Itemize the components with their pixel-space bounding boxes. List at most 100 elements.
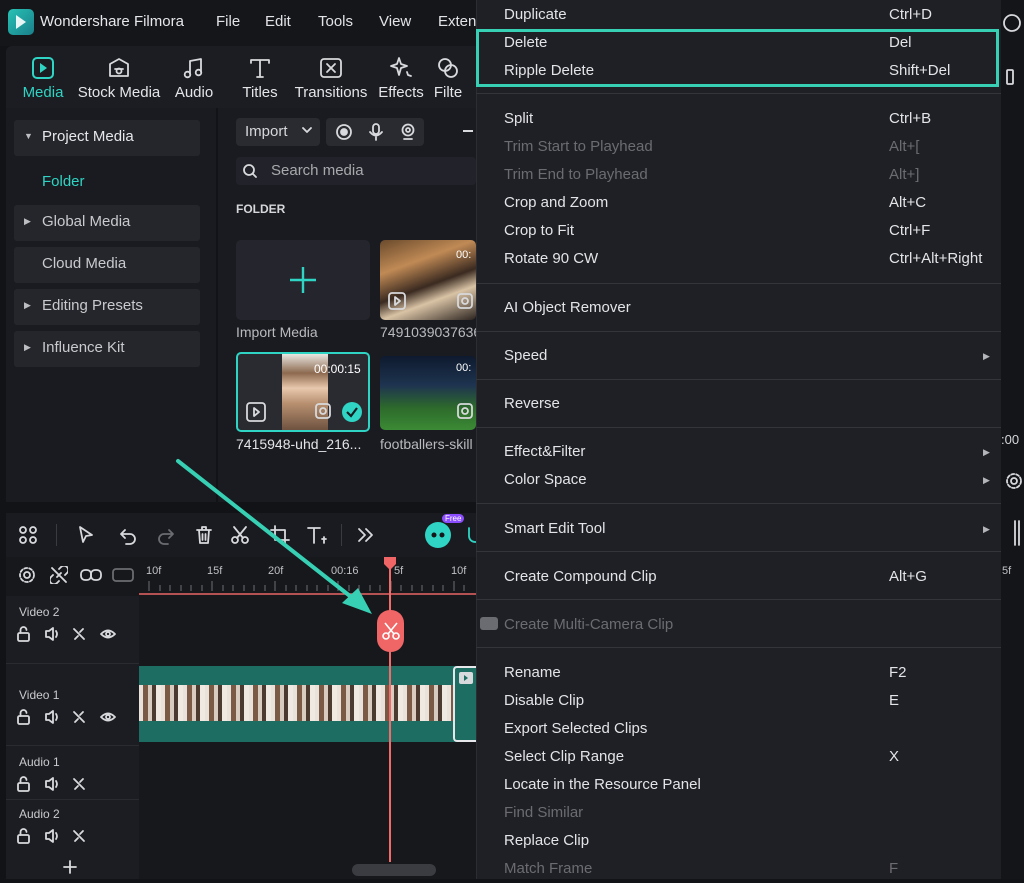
menu-item-ai-object-remover[interactable]: AI Object Remover — [476, 294, 1001, 322]
menu-item-label: Find Similar — [504, 804, 584, 821]
crop-icon[interactable] — [270, 525, 290, 545]
user-avatar-icon[interactable] — [1003, 14, 1021, 32]
redo-icon[interactable] — [156, 525, 176, 545]
track-controls-audio-1 — [17, 776, 97, 792]
tab-media[interactable]: Media — [0, 52, 86, 104]
menu-item-reverse[interactable]: Reverse — [476, 390, 1001, 418]
import-dropdown[interactable]: Import — [236, 118, 320, 146]
sidebar-item-global-media[interactable]: ▶ Global Media — [14, 205, 200, 241]
minus-icon[interactable] — [463, 130, 473, 132]
playhead-handle[interactable] — [383, 557, 397, 571]
menu-item-shortcut: E — [889, 692, 900, 709]
menu-item-smart-edit-tool[interactable]: Smart Edit Tool ▶ — [476, 515, 1001, 543]
import-media-tile[interactable] — [236, 240, 370, 320]
track-control-icons[interactable] — [17, 709, 127, 725]
timeline-ruler[interactable] — [139, 557, 476, 595]
menu-item-label: Trim Start to Playhead — [504, 138, 653, 155]
menu-item-split[interactable]: Split Ctrl+B — [476, 105, 1001, 133]
menu-item-replace-clip[interactable]: Replace Clip — [476, 827, 1001, 855]
sidebar-item-label: Editing Presets — [42, 297, 143, 314]
menu-item-color-space[interactable]: Color Space ▶ — [476, 466, 1001, 494]
caption-icon[interactable] — [112, 566, 134, 584]
sidebar-item-cloud-media[interactable]: Cloud Media — [14, 247, 200, 283]
menu-item-shortcut: F2 — [889, 664, 907, 681]
magnet-icon[interactable] — [465, 525, 476, 545]
undo-icon[interactable] — [118, 525, 138, 545]
media-item-label: 7415948-uhd_216... — [236, 436, 362, 452]
track-name-video-1: Video 1 — [19, 688, 60, 702]
more-chevrons-icon[interactable] — [355, 525, 375, 545]
unlink-icon[interactable] — [50, 566, 68, 584]
delete-trash-icon[interactable] — [194, 525, 214, 545]
menu-item-label: Create Compound Clip — [504, 568, 657, 585]
sidebar-item-folder[interactable]: Folder — [42, 173, 85, 190]
split-scissors-icon[interactable] — [230, 525, 250, 545]
clip-filmstrip — [139, 685, 453, 721]
menu-view[interactable]: View — [379, 13, 411, 30]
menu-item-speed[interactable]: Speed ▶ — [476, 342, 1001, 370]
ruler-label: 10f — [146, 565, 162, 577]
media-thumbnail[interactable]: 00: — [380, 240, 476, 320]
tab-filters[interactable]: Filte — [420, 52, 476, 104]
menu-item-crop-and-zoom[interactable]: Crop and Zoom Alt+C — [476, 189, 1001, 217]
select-arrow-icon[interactable] — [77, 525, 97, 545]
submenu-arrow-icon: ▶ — [983, 351, 990, 361]
ruler-ticks — [139, 581, 476, 595]
menu-file[interactable]: File — [216, 13, 240, 30]
sidebar-item-influence-kit[interactable]: ▶ Influence Kit — [14, 331, 200, 367]
menu-item-shortcut: Alt+G — [889, 568, 927, 585]
menu-item-select-clip-range[interactable]: Select Clip Range X — [476, 743, 1001, 771]
proxy-icon — [456, 292, 474, 310]
tab-stock-media[interactable]: Stock Media — [76, 52, 162, 104]
timeline-scrollbar[interactable] — [352, 864, 436, 876]
menu-item-disable-clip[interactable]: Disable Clip E — [476, 687, 1001, 715]
menu-item-shortcut: F — [889, 860, 899, 877]
menu-item-rotate-90-cw[interactable]: Rotate 90 CW Ctrl+Alt+Right — [476, 245, 1001, 273]
webcam-icon[interactable] — [400, 123, 416, 141]
playhead[interactable] — [389, 562, 391, 862]
menu-item-effect-filter[interactable]: Effect&Filter ▶ — [476, 438, 1001, 466]
toolbar-divider — [56, 524, 57, 546]
filter-icon — [438, 58, 458, 78]
menu-item-rename[interactable]: Rename F2 — [476, 659, 1001, 687]
playhead-split-button[interactable] — [377, 610, 404, 652]
video-clip-icon — [459, 672, 473, 684]
caret-right-icon: ▶ — [24, 300, 31, 310]
menu-edit[interactable]: Edit — [265, 13, 291, 30]
sidebar-item-editing-presets[interactable]: ▶ Editing Presets — [14, 289, 200, 325]
add-track-plus-icon[interactable] — [63, 860, 77, 874]
menu-item-trim-end: Trim End to Playhead Alt+] — [476, 161, 1001, 189]
settings-gear-icon[interactable] — [18, 566, 36, 584]
ai-copilot-icon[interactable] — [425, 522, 451, 548]
record-screen-icon[interactable] — [335, 123, 353, 141]
tab-stock-media-label: Stock Media — [77, 84, 161, 101]
menu-item-label: Rename — [504, 664, 561, 681]
media-thumbnail[interactable]: 00: — [380, 356, 476, 430]
menu-tools[interactable]: Tools — [318, 13, 353, 30]
media-thumbnail-selected[interactable]: 00:00:15 — [236, 352, 370, 432]
track-control-icons[interactable] — [17, 828, 97, 844]
menu-item-crop-to-fit[interactable]: Crop to Fit Ctrl+F — [476, 217, 1001, 245]
text-tool-icon[interactable] — [306, 525, 328, 545]
link-icon[interactable] — [80, 566, 102, 584]
menu-item-create-compound-clip[interactable]: Create Compound Clip Alt+G — [476, 563, 1001, 591]
next-clip-edge[interactable] — [453, 666, 476, 742]
menu-item-label: Effect&Filter — [504, 443, 586, 460]
clip-duration: 00:00:15 — [314, 362, 361, 376]
menu-item-export-selected-clips[interactable]: Export Selected Clips — [476, 715, 1001, 743]
sidebar-item-project-media[interactable]: ▼ Project Media — [14, 120, 200, 156]
settings-gear-icon[interactable] — [1005, 472, 1023, 490]
panel-layout-icon[interactable] — [1006, 68, 1020, 86]
media-item-label: Import Media — [236, 324, 318, 340]
menu-extensions[interactable]: Exten — [438, 13, 476, 30]
sidebar-item-label: Cloud Media — [42, 255, 127, 272]
sidebar-item-label: Influence Kit — [42, 339, 125, 356]
layout-grid-icon[interactable] — [18, 525, 38, 545]
menu-item-locate-in-resource-panel[interactable]: Locate in the Resource Panel — [476, 771, 1001, 799]
microphone-icon[interactable] — [368, 123, 384, 141]
zoom-slider-icon[interactable] — [1013, 520, 1023, 546]
menu-item-duplicate[interactable]: Duplicate Ctrl+D — [476, 1, 1001, 29]
track-control-icons[interactable] — [17, 776, 97, 792]
menu-item-label: Select Clip Range — [504, 748, 625, 765]
track-control-icons[interactable] — [17, 626, 127, 642]
